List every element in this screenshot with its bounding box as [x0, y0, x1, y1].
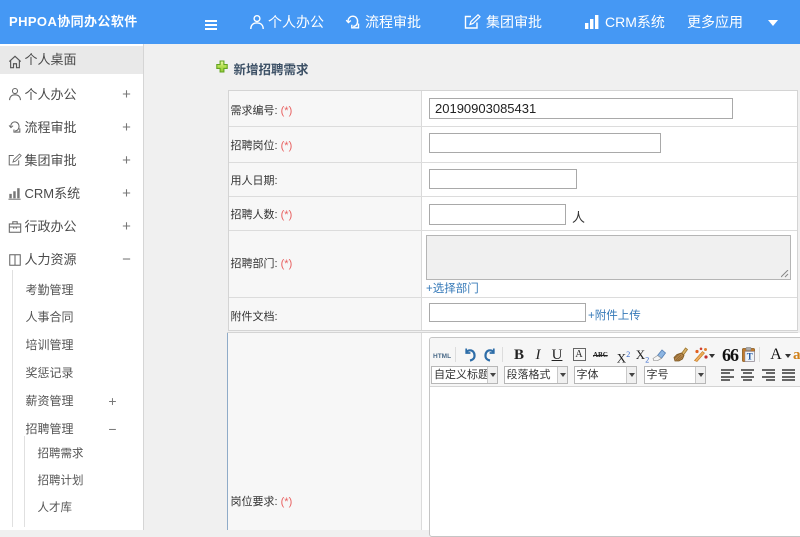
svg-text:T: T — [747, 351, 753, 361]
